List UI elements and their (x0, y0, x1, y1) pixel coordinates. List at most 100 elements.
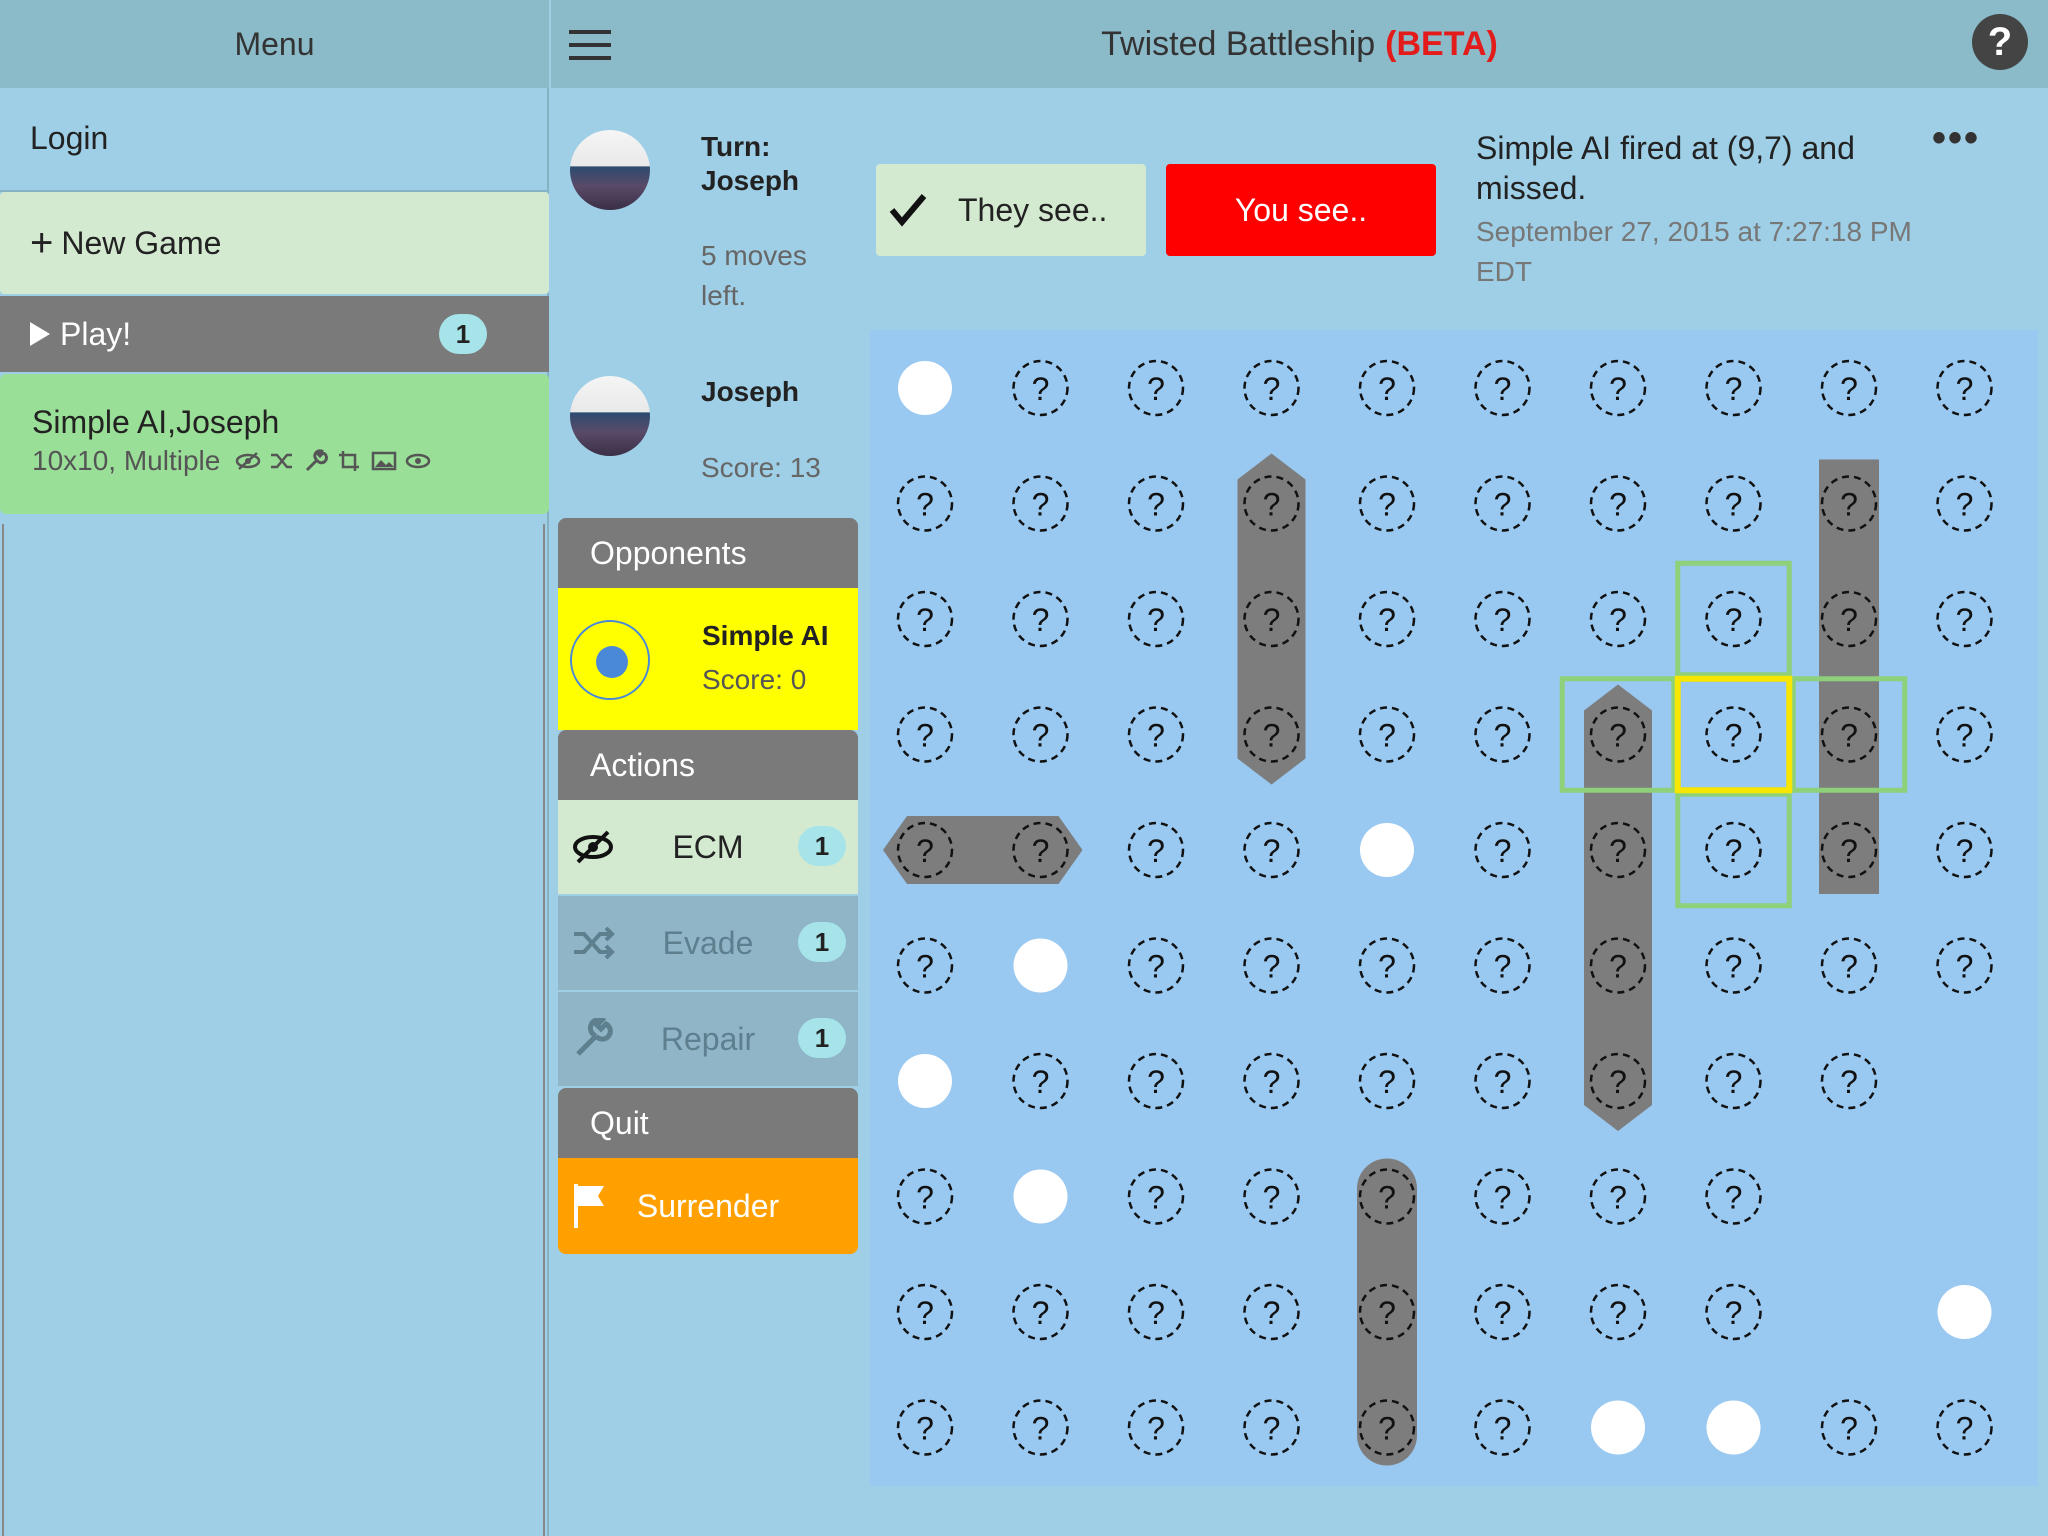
new-game-button[interactable]: + New Game (0, 192, 549, 294)
unknown-cell[interactable]: ? (1705, 1052, 1762, 1110)
play-section[interactable]: Play! 1 (0, 296, 549, 372)
login-link[interactable]: Login (30, 120, 108, 157)
unknown-cell[interactable]: ? (1012, 1283, 1069, 1341)
unknown-cell[interactable]: ? (1936, 359, 1993, 417)
unknown-cell[interactable]: ? (1012, 475, 1069, 532)
unknown-cell[interactable]: ? (1474, 590, 1531, 648)
unknown-cell[interactable]: ? (1243, 1168, 1300, 1225)
miss-marker[interactable] (1360, 823, 1414, 877)
unknown-cell[interactable]: ? (896, 706, 954, 763)
board-grid[interactable]: ????????????????????????????????????????… (870, 330, 2038, 1486)
unknown-cell[interactable]: ? (1127, 1052, 1185, 1110)
game-board[interactable]: ????????????????????????????????????????… (870, 330, 2038, 1486)
unknown-cell[interactable]: ? (1474, 706, 1531, 763)
unknown-cell[interactable]: ? (896, 1283, 954, 1341)
unknown-cell[interactable]: ? (1012, 359, 1069, 417)
unknown-cell[interactable]: ? (1127, 475, 1185, 532)
help-button[interactable]: ? (1972, 14, 2028, 70)
unknown-cell[interactable]: ? (1820, 1399, 1878, 1456)
unknown-cell[interactable]: ? (1243, 359, 1300, 417)
empty-cell[interactable] (1961, 1077, 1969, 1085)
empty-cell[interactable] (1845, 1308, 1853, 1316)
unknown-cell[interactable]: ? (1127, 1168, 1185, 1225)
unknown-cell[interactable]: ? (1358, 706, 1416, 763)
unknown-cell[interactable]: ? (1589, 1283, 1647, 1341)
unknown-cell[interactable]: ? (1358, 590, 1416, 648)
unknown-cell[interactable]: ? (1936, 1399, 1993, 1456)
unknown-cell[interactable]: ? (1705, 359, 1762, 417)
unknown-cell[interactable]: ? (1358, 937, 1416, 994)
unknown-cell[interactable]: ? (1012, 1052, 1069, 1110)
unknown-cell[interactable]: ? (1936, 590, 1993, 648)
unknown-cell[interactable]: ? (1705, 706, 1762, 763)
empty-cell[interactable] (1961, 1193, 1969, 1201)
unknown-cell[interactable]: ? (1127, 821, 1185, 879)
miss-marker[interactable] (1706, 1400, 1761, 1455)
unknown-cell[interactable]: ? (1589, 590, 1647, 648)
unknown-cell[interactable]: ? (1705, 590, 1762, 648)
unknown-cell[interactable]: ? (1474, 1399, 1531, 1456)
unknown-cell[interactable]: ? (896, 1399, 954, 1456)
miss-marker[interactable] (1013, 938, 1068, 993)
unknown-cell[interactable]: ? (1012, 706, 1069, 763)
miss-marker[interactable] (898, 361, 952, 415)
miss-marker[interactable] (1937, 1285, 1992, 1339)
unknown-cell[interactable]: ? (1127, 1399, 1185, 1456)
unknown-cell[interactable]: ? (896, 937, 954, 994)
game-list-item[interactable]: Simple AI,Joseph 10x10, Multiple (0, 374, 549, 514)
unknown-cell[interactable]: ? (1127, 1283, 1185, 1341)
unknown-cell[interactable]: ? (1474, 475, 1531, 532)
unknown-cell[interactable]: ? (1705, 475, 1762, 532)
unknown-cell[interactable]: ? (1936, 937, 1993, 994)
unknown-cell[interactable]: ? (896, 590, 954, 648)
unknown-cell[interactable]: ? (1820, 359, 1878, 417)
unknown-cell[interactable]: ? (1589, 359, 1647, 417)
unknown-cell[interactable]: ? (1589, 475, 1647, 532)
surrender-button[interactable]: Surrender (558, 1158, 858, 1254)
unknown-cell[interactable]: ? (1474, 1052, 1531, 1110)
turn-info: Turn: Joseph (701, 130, 799, 198)
unknown-cell[interactable]: ? (1474, 1168, 1531, 1225)
unknown-cell[interactable]: ? (1243, 937, 1300, 994)
unknown-cell[interactable]: ? (1012, 1399, 1069, 1456)
miss-marker[interactable] (1013, 1169, 1068, 1224)
unknown-cell[interactable]: ? (1127, 706, 1185, 763)
unknown-cell[interactable]: ? (1358, 359, 1416, 417)
you-see-toggle[interactable]: You see.. (1166, 164, 1436, 256)
unknown-cell[interactable]: ? (1358, 1052, 1416, 1110)
more-options-button[interactable]: ••• (1932, 118, 1980, 158)
unknown-cell[interactable]: ? (1936, 475, 1993, 532)
unknown-cell[interactable]: ? (896, 475, 954, 532)
unknown-cell[interactable]: ? (1474, 821, 1531, 879)
unknown-cell[interactable]: ? (1474, 1283, 1531, 1341)
unknown-cell[interactable]: ? (1474, 359, 1531, 417)
unknown-cell[interactable]: ? (1243, 1399, 1300, 1456)
unknown-cell[interactable]: ? (1705, 821, 1762, 879)
unknown-cell[interactable]: ? (1705, 1283, 1762, 1341)
unknown-cell[interactable]: ? (1705, 1168, 1762, 1225)
miss-marker[interactable] (898, 1054, 952, 1108)
unknown-cell[interactable]: ? (1705, 937, 1762, 994)
they-see-toggle[interactable]: They see.. (876, 164, 1146, 256)
unknown-cell[interactable]: ? (1243, 1283, 1300, 1341)
unknown-cell[interactable]: ? (1358, 475, 1416, 532)
empty-cell[interactable] (1845, 1193, 1853, 1201)
unknown-cell[interactable]: ? (1243, 821, 1300, 879)
repair-button[interactable]: Repair 1 (558, 992, 858, 1086)
opponent-card[interactable]: Simple AI Score: 0 (558, 588, 858, 730)
ecm-button[interactable]: ECM 1 (558, 800, 858, 894)
unknown-cell[interactable]: ? (1474, 937, 1531, 994)
unknown-cell[interactable]: ? (1936, 821, 1993, 879)
miss-marker[interactable] (1591, 1400, 1645, 1455)
unknown-cell[interactable]: ? (1936, 706, 1993, 763)
evade-button[interactable]: Evade 1 (558, 896, 858, 990)
unknown-cell[interactable]: ? (1127, 590, 1185, 648)
unknown-cell[interactable]: ? (1820, 937, 1878, 994)
unknown-cell[interactable]: ? (1243, 1052, 1300, 1110)
unknown-cell[interactable]: ? (1012, 590, 1069, 648)
unknown-cell[interactable]: ? (1589, 1168, 1647, 1225)
unknown-cell[interactable]: ? (1127, 359, 1185, 417)
unknown-cell[interactable]: ? (896, 1168, 954, 1225)
unknown-cell[interactable]: ? (1127, 937, 1185, 994)
unknown-cell[interactable]: ? (1820, 1052, 1878, 1110)
